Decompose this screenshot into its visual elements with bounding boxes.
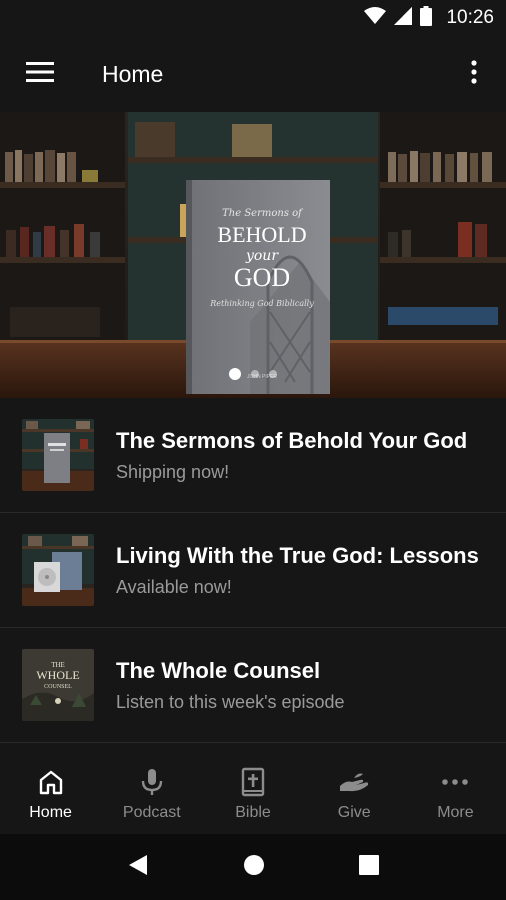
- bible-icon: [239, 766, 267, 798]
- battery-icon: [420, 5, 433, 31]
- nav-item-more[interactable]: More: [405, 752, 506, 834]
- thumb-text-2: WHOLE: [36, 668, 79, 682]
- list-item-text: The Whole Counsel Listen to this week's …: [116, 658, 506, 713]
- carousel-dot-1[interactable]: [229, 368, 241, 380]
- status-bar: 10:26: [0, 0, 506, 36]
- home-icon: [37, 766, 65, 798]
- nav-label: Give: [337, 804, 371, 821]
- hamburger-menu-icon: [26, 61, 54, 87]
- back-triangle-icon: [129, 854, 147, 875]
- wifi-icon: [364, 6, 387, 30]
- list-item[interactable]: Living With the True God: Lessons Availa…: [0, 513, 506, 628]
- nav-label: More: [437, 804, 474, 821]
- book-title-line-3: GOD: [234, 263, 290, 292]
- nav-item-bible[interactable]: Bible: [202, 752, 303, 834]
- nav-item-podcast[interactable]: Podcast: [101, 752, 202, 834]
- nav-label: Bible: [235, 804, 271, 821]
- more-vertical-icon: [471, 59, 477, 89]
- nav-item-give[interactable]: Give: [304, 752, 405, 834]
- list-item[interactable]: THE WHOLE COUNSEL The Whole Counsel List…: [0, 628, 506, 743]
- list-item-thumbnail: [22, 419, 94, 491]
- hand-give-icon: [338, 766, 370, 798]
- back-button[interactable]: [127, 853, 149, 882]
- list-item-subtitle: Listen to this week's episode: [116, 691, 345, 712]
- list-item-title: Living With the True God: Lessons: [116, 542, 479, 568]
- home-circle-icon: [244, 854, 264, 875]
- list-item-subtitle: Shipping now!: [116, 461, 230, 482]
- book-prefix-text: The Sermons of: [222, 208, 304, 219]
- list-item-text: Living With the True God: Lessons Availa…: [116, 543, 506, 598]
- status-time: 10:26: [446, 7, 494, 28]
- list-item-thumbnail: [22, 534, 94, 606]
- carousel-dot-2[interactable]: [251, 370, 259, 378]
- home-system-button[interactable]: [243, 854, 265, 881]
- bottom-navigation: Home Podcast Bible Give More: [0, 752, 506, 834]
- nav-label: Home: [29, 804, 72, 821]
- menu-button[interactable]: [0, 36, 80, 112]
- nav-label: Podcast: [122, 804, 181, 821]
- system-navigation-bar: [0, 834, 506, 900]
- thumb-text-3: COUNSEL: [44, 684, 72, 690]
- book-title-line-1: BEHOLD: [217, 222, 306, 247]
- recents-square-icon: [359, 854, 379, 875]
- overflow-menu-button[interactable]: [456, 56, 492, 92]
- content-list: The Sermons of Behold Your God Shipping …: [0, 398, 506, 743]
- hero-image: The Sermons of BEHOLD your GOD Rethinkin…: [0, 112, 506, 398]
- carousel-indicator: [0, 368, 506, 380]
- list-item-title: The Sermons of Behold Your God: [116, 427, 468, 453]
- nav-item-home[interactable]: Home: [0, 752, 101, 834]
- microphone-icon: [138, 766, 166, 798]
- list-item-subtitle: Available now!: [116, 576, 232, 597]
- carousel-dot-3[interactable]: [269, 370, 277, 378]
- page-title: Home: [102, 60, 164, 87]
- cellular-signal-icon: [394, 6, 413, 30]
- list-item-title: The Whole Counsel: [116, 657, 321, 683]
- list-item[interactable]: The Sermons of Behold Your God Shipping …: [0, 398, 506, 513]
- more-horizontal-icon: [441, 766, 469, 798]
- book-title-line-2: your: [245, 248, 279, 264]
- recents-button[interactable]: [359, 854, 379, 880]
- hero-carousel[interactable]: The Sermons of BEHOLD your GOD Rethinkin…: [0, 112, 506, 398]
- list-item-thumbnail: THE WHOLE COUNSEL: [22, 649, 94, 721]
- list-item-text: The Sermons of Behold Your God Shipping …: [116, 428, 506, 483]
- book-subtitle-text: Rethinking God Biblically: [209, 299, 314, 308]
- app-bar: Home: [0, 36, 506, 112]
